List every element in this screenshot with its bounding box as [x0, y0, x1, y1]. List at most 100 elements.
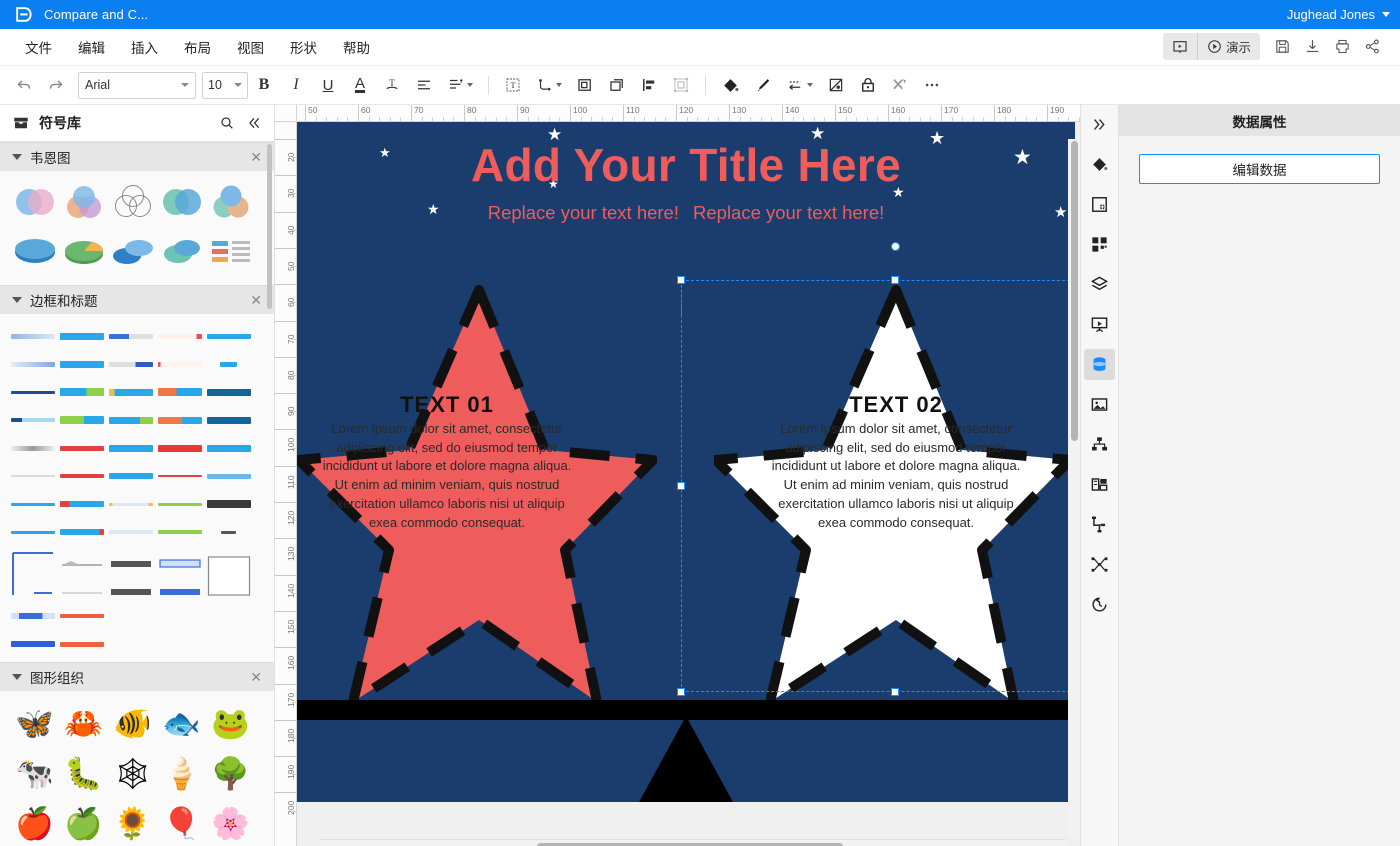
share-button[interactable] [1358, 34, 1386, 60]
border-shape[interactable] [8, 406, 57, 434]
border-shape[interactable] [8, 462, 57, 490]
border-shape[interactable] [204, 518, 253, 546]
menu-shape[interactable]: 形状 [277, 32, 330, 62]
border-shape[interactable] [8, 546, 57, 602]
border-shape[interactable] [204, 490, 253, 518]
line-spacing-button[interactable] [440, 70, 480, 100]
vertical-ruler[interactable]: 20 30 40 50 60 70 80 90 100 110 120 130 140 150 160 170… [275, 122, 297, 846]
shape-balloon[interactable]: 🎈 [157, 799, 206, 846]
shape-pink-fish[interactable]: 🐟 [157, 699, 206, 748]
textbox-button[interactable]: T [497, 70, 529, 100]
close-icon[interactable]: ✕ [250, 670, 262, 684]
font-color-button[interactable]: A [344, 70, 376, 100]
rail-data[interactable] [1084, 349, 1115, 380]
font-family-select[interactable]: Arial [78, 71, 196, 99]
slideshow-button[interactable] [1163, 35, 1197, 59]
search-icon[interactable] [219, 115, 235, 131]
border-shape[interactable] [57, 350, 106, 378]
save-button[interactable] [1268, 34, 1296, 60]
shape-venn-6[interactable] [10, 227, 59, 276]
border-shape[interactable] [106, 350, 155, 378]
border-shape[interactable] [57, 602, 106, 630]
border-shape[interactable] [8, 350, 57, 378]
bold-button[interactable]: B [248, 70, 280, 100]
shape-venn-8[interactable] [108, 227, 157, 276]
star-right[interactable]: TEXT 02 Lorem ipsum dolor sit amet, cons… [714, 282, 1074, 707]
border-shape[interactable] [204, 546, 253, 602]
border-shape[interactable] [8, 322, 57, 350]
star-left[interactable]: TEXT 01 Lorem ipsum dolor sit amet, cons… [297, 282, 657, 707]
border-shape[interactable] [106, 322, 155, 350]
group-button[interactable] [569, 70, 601, 100]
shape-venn-9[interactable] [157, 227, 206, 276]
resize-handle-ml[interactable] [677, 482, 685, 490]
italic-button[interactable]: I [280, 70, 312, 100]
border-shape[interactable] [204, 434, 253, 462]
menu-view[interactable]: 视图 [224, 32, 277, 62]
triangle-down-icon[interactable] [12, 297, 22, 303]
align-button[interactable] [408, 70, 440, 100]
arrange-button[interactable] [665, 70, 697, 100]
border-shape[interactable] [8, 602, 57, 630]
section-venn-header[interactable]: 韦恩图 ✕ [0, 142, 274, 171]
menu-help[interactable]: 帮助 [330, 32, 383, 62]
star-left-body[interactable]: Lorem ipsum dolor sit amet, consectetur … [321, 420, 573, 532]
shape-venn-1[interactable] [10, 177, 59, 226]
border-shape[interactable] [8, 490, 57, 518]
shape-venn-7[interactable] [59, 227, 108, 276]
subtitle-left[interactable]: Replace your text here! [488, 202, 679, 224]
border-shape[interactable] [57, 546, 106, 602]
border-shape[interactable] [106, 434, 155, 462]
align-objects-button[interactable] [633, 70, 665, 100]
shape-apple-red[interactable]: 🍎 [10, 799, 59, 846]
shape-venn-4[interactable] [157, 177, 206, 226]
underline-button[interactable]: U [312, 70, 344, 100]
text-effect-button[interactable]: T [376, 70, 408, 100]
rail-fill[interactable] [1084, 149, 1115, 180]
section-borders-titles-header[interactable]: 边框和标题 ✕ [0, 285, 274, 314]
border-shape[interactable] [106, 518, 155, 546]
border-shape[interactable] [57, 378, 106, 406]
rail-layers[interactable] [1084, 269, 1115, 300]
lock-button[interactable] [852, 70, 884, 100]
library-scrollbar[interactable] [267, 144, 272, 309]
canvas-viewport[interactable]: ★ ★ ★ ★ ★ ★ ★ ★ ★ Add Your Title Here Re… [297, 122, 1080, 846]
border-shape[interactable] [155, 546, 204, 602]
border-shape[interactable] [106, 546, 155, 602]
star-right-heading[interactable]: TEXT 02 [770, 392, 1022, 418]
border-shape[interactable] [155, 406, 204, 434]
horizontal-ruler[interactable]: 50 60 70 80 90 100 110 120 130 140 150 160 170 180 190… [297, 105, 1080, 122]
shape-venn-10[interactable] [206, 227, 255, 276]
border-shape[interactable] [57, 518, 106, 546]
redo-button[interactable] [40, 70, 72, 100]
border-shape[interactable] [8, 518, 57, 546]
triangle-down-icon[interactable] [12, 674, 22, 680]
border-shape[interactable] [57, 462, 106, 490]
shape-butterfly[interactable]: 🦋 [10, 699, 59, 748]
rail-scatter[interactable] [1084, 549, 1115, 580]
shape-style-button[interactable] [820, 70, 852, 100]
border-shape[interactable] [57, 490, 106, 518]
border-shape[interactable] [155, 462, 204, 490]
shape-crab[interactable]: 🦀 [59, 699, 108, 748]
rail-connector[interactable] [1084, 509, 1115, 540]
resize-handle-tc[interactable] [891, 276, 899, 284]
undo-button[interactable] [8, 70, 40, 100]
border-shape[interactable] [8, 630, 57, 658]
resize-handle-bc[interactable] [891, 688, 899, 696]
menu-file[interactable]: 文件 [12, 32, 65, 62]
border-shape[interactable] [204, 406, 253, 434]
shape-venn-5[interactable] [206, 177, 255, 226]
star-left-heading[interactable]: TEXT 01 [321, 392, 573, 418]
rail-expand[interactable] [1084, 109, 1115, 140]
font-size-select[interactable]: 10 [202, 71, 248, 99]
rail-history[interactable] [1084, 589, 1115, 620]
menu-insert[interactable]: 插入 [118, 32, 171, 62]
shape-spiderweb[interactable]: 🕸 [108, 749, 157, 798]
canvas-vscrollbar[interactable] [1068, 139, 1080, 839]
border-shape[interactable] [155, 434, 204, 462]
border-shape[interactable] [57, 406, 106, 434]
border-shape[interactable] [106, 462, 155, 490]
border-shape[interactable] [204, 322, 253, 350]
border-shape[interactable] [204, 378, 253, 406]
